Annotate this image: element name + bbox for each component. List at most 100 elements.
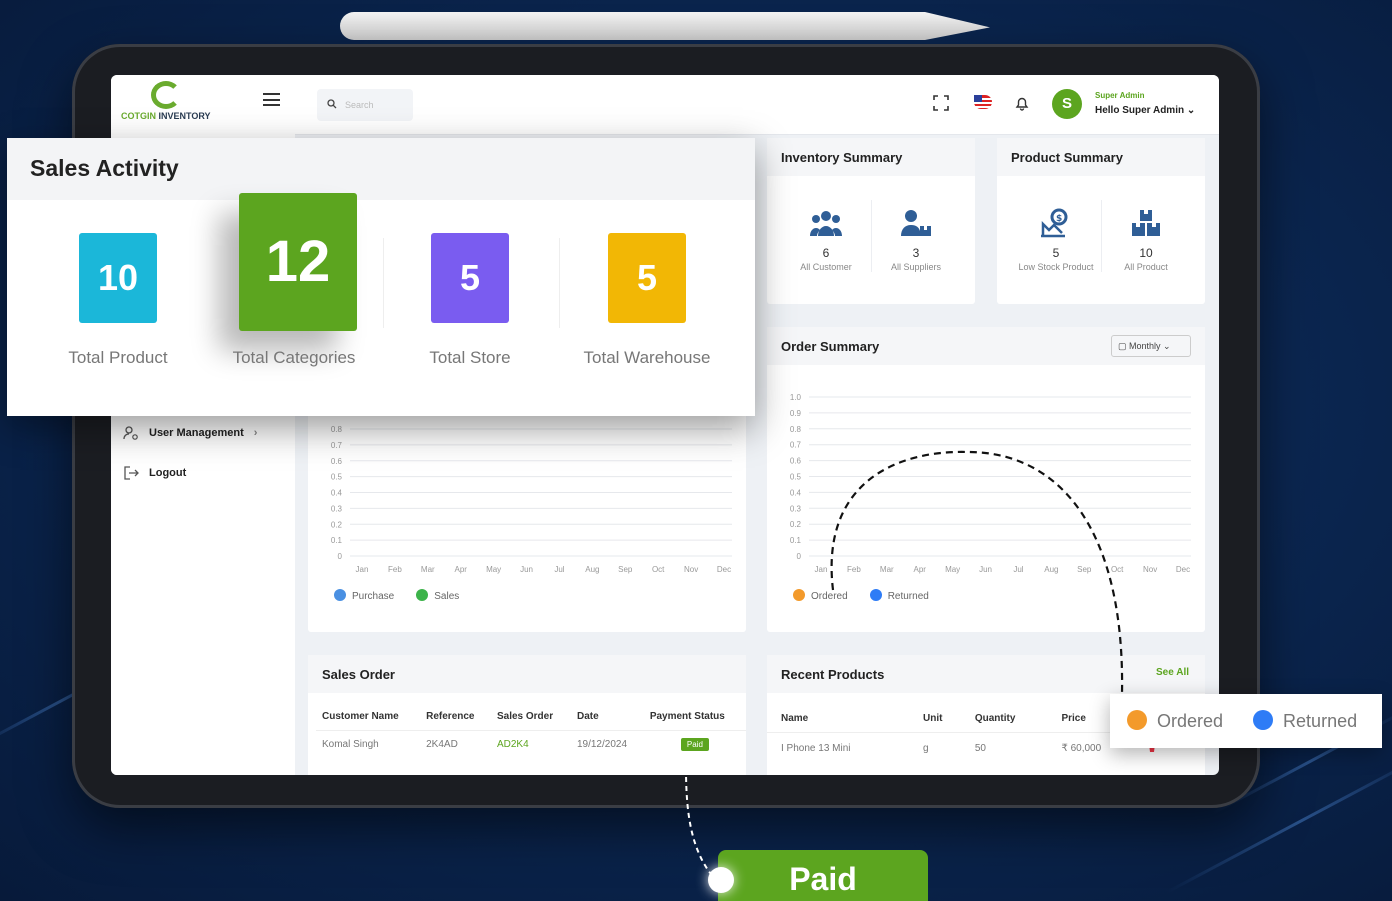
suppliers-icon	[871, 208, 961, 242]
panel-title: Sales Activity	[7, 138, 755, 200]
tile-total-categories[interactable]: 12	[239, 193, 357, 331]
legend-dot	[1127, 710, 1147, 730]
tile-label: Total Product	[68, 348, 168, 367]
column-header: Customer Name	[322, 711, 399, 722]
x-tick-label: Sep	[618, 565, 633, 574]
x-tick-label: May	[486, 565, 501, 574]
cell-customer: Komal Singh	[316, 730, 421, 758]
divider	[383, 238, 384, 328]
sales-activity-panel: Sales Activity 10 Total Product 12 Total…	[7, 138, 755, 416]
y-tick-label: 0.4	[331, 489, 343, 498]
order-summary-chart: 0 0.1 0.2 0.3 0.4 0.5 0.6 0.7 0.8 0.9 1.0 Jan Feb Mar…	[790, 393, 1191, 574]
tile-total-warehouse[interactable]: 5	[608, 233, 686, 323]
svg-text:$: $	[1056, 214, 1062, 224]
search-icon	[327, 99, 337, 111]
summary-label: Low Stock Product	[1018, 262, 1094, 272]
x-tick-label: Mar	[421, 565, 435, 574]
user-menu[interactable]: Hello Super Admin ⌄	[1095, 105, 1195, 116]
legend-dot	[1253, 710, 1274, 730]
legend-dot	[334, 589, 346, 601]
legend-item-returned[interactable]: Returned	[869, 589, 929, 602]
x-tick-label: Aug	[1044, 565, 1058, 574]
tile-total-product[interactable]: 10	[79, 233, 157, 323]
inventory-summary-card: Inventory Summary 6 All Customer 3 All S…	[767, 138, 975, 304]
legend-item-purchase[interactable]: Purchase	[334, 589, 394, 602]
avatar[interactable]: S	[1052, 89, 1082, 119]
menu-toggle-icon[interactable]	[263, 93, 280, 106]
logo-text: COTGIN INVENTORY	[121, 111, 211, 121]
y-tick-label: 0.8	[790, 425, 802, 434]
summary-all-suppliers[interactable]: 3 All Suppliers	[871, 208, 961, 272]
table-row[interactable]: Komal Singh 2K4AD AD2K4 19/12/2024 Paid	[316, 730, 746, 758]
see-all-link[interactable]: See All	[1156, 667, 1189, 678]
y-tick-label: 0.3	[331, 504, 343, 513]
cell-name: I Phone 13 Mini	[767, 732, 917, 763]
x-tick-label: Nov	[684, 565, 698, 574]
sales-order-table: Customer Name Reference Sales Order Date…	[316, 703, 746, 758]
x-tick-label: Jan	[356, 565, 369, 574]
x-tick-label: Oct	[652, 565, 665, 574]
x-tick-label: Jan	[815, 565, 828, 574]
tile-label: Total Categories	[232, 348, 356, 367]
cell-order[interactable]: AD2K4	[490, 730, 571, 758]
card-title: Recent Products	[767, 655, 1205, 693]
callout-dot	[708, 867, 734, 893]
legend-dot	[416, 589, 429, 601]
sales-order-card: Sales Order Customer Name Reference Sale…	[308, 655, 746, 775]
summary-low-stock[interactable]: $ 5 Low Stock Product	[1011, 208, 1101, 272]
low-stock-icon: $	[1011, 208, 1101, 242]
status-badge: Paid	[680, 738, 709, 751]
logo-icon	[151, 81, 181, 109]
y-tick-label: 0.3	[790, 504, 802, 513]
y-tick-label: 0.6	[331, 457, 343, 466]
column-header: Reference	[426, 711, 475, 722]
y-tick-label: 1.0	[790, 393, 802, 402]
summary-all-product[interactable]: 10 All Product	[1101, 208, 1191, 272]
fullscreen-icon[interactable]	[932, 95, 950, 113]
summary-label: All Customer	[800, 262, 852, 272]
x-tick-label: Oct	[1111, 565, 1124, 574]
tile-total-store[interactable]: 5	[431, 233, 509, 323]
y-tick-label: 0.5	[331, 473, 343, 482]
summary-all-customer[interactable]: 6 All Customer	[781, 208, 871, 272]
x-tick-label: May	[945, 565, 960, 574]
chart-legend: Ordered Returned	[793, 589, 929, 602]
paid-callout: Paid	[718, 850, 928, 901]
sidebar-item-logout[interactable]: Logout	[123, 465, 186, 481]
sidebar-item-label: User Management	[149, 427, 244, 439]
x-tick-label: Aug	[585, 565, 599, 574]
boxes-icon	[1101, 208, 1191, 242]
column-header: Name	[781, 713, 809, 724]
summary-value: 6	[822, 246, 830, 260]
cell-status: Paid	[643, 730, 746, 758]
x-tick-label: Nov	[1143, 565, 1157, 574]
legend-item-sales[interactable]: Sales	[416, 589, 459, 602]
app-logo[interactable]: COTGIN INVENTORY	[121, 81, 231, 125]
x-tick-label: Apr	[914, 565, 927, 574]
y-tick-label: 0.8	[331, 425, 343, 434]
card-title: Sales Order	[308, 655, 746, 693]
top-bar: Search S Super Admin Hello Super Admin ⌄	[295, 75, 1219, 135]
x-tick-label: Feb	[388, 565, 402, 574]
sidebar-item-label: Logout	[149, 467, 187, 479]
sidebar-item-user-management[interactable]: User Management ›	[123, 425, 257, 441]
chart-legend: Purchase Sales	[334, 589, 459, 602]
legend-item-ordered[interactable]: Ordered	[793, 589, 848, 602]
y-tick-label: 0.5	[790, 473, 802, 482]
summary-value: 5	[1052, 246, 1060, 260]
card-title: Product Summary	[997, 138, 1205, 176]
logout-icon	[123, 465, 139, 481]
summary-label: All Suppliers	[890, 262, 942, 272]
y-tick-label: 0.1	[790, 536, 802, 545]
bell-icon[interactable]	[1013, 95, 1031, 113]
search-placeholder: Search	[345, 100, 374, 110]
y-tick-label: 0.7	[790, 441, 802, 450]
x-tick-label: Jul	[554, 565, 564, 574]
us-flag-icon[interactable]	[974, 95, 992, 113]
cell-date: 19/12/2024	[570, 730, 644, 758]
column-header: Sales Order	[496, 711, 554, 722]
cell-quantity: 50	[968, 732, 1056, 763]
search-input[interactable]: Search	[317, 89, 413, 121]
stylus-pencil	[340, 12, 990, 40]
y-tick-label: 0.9	[790, 409, 802, 418]
